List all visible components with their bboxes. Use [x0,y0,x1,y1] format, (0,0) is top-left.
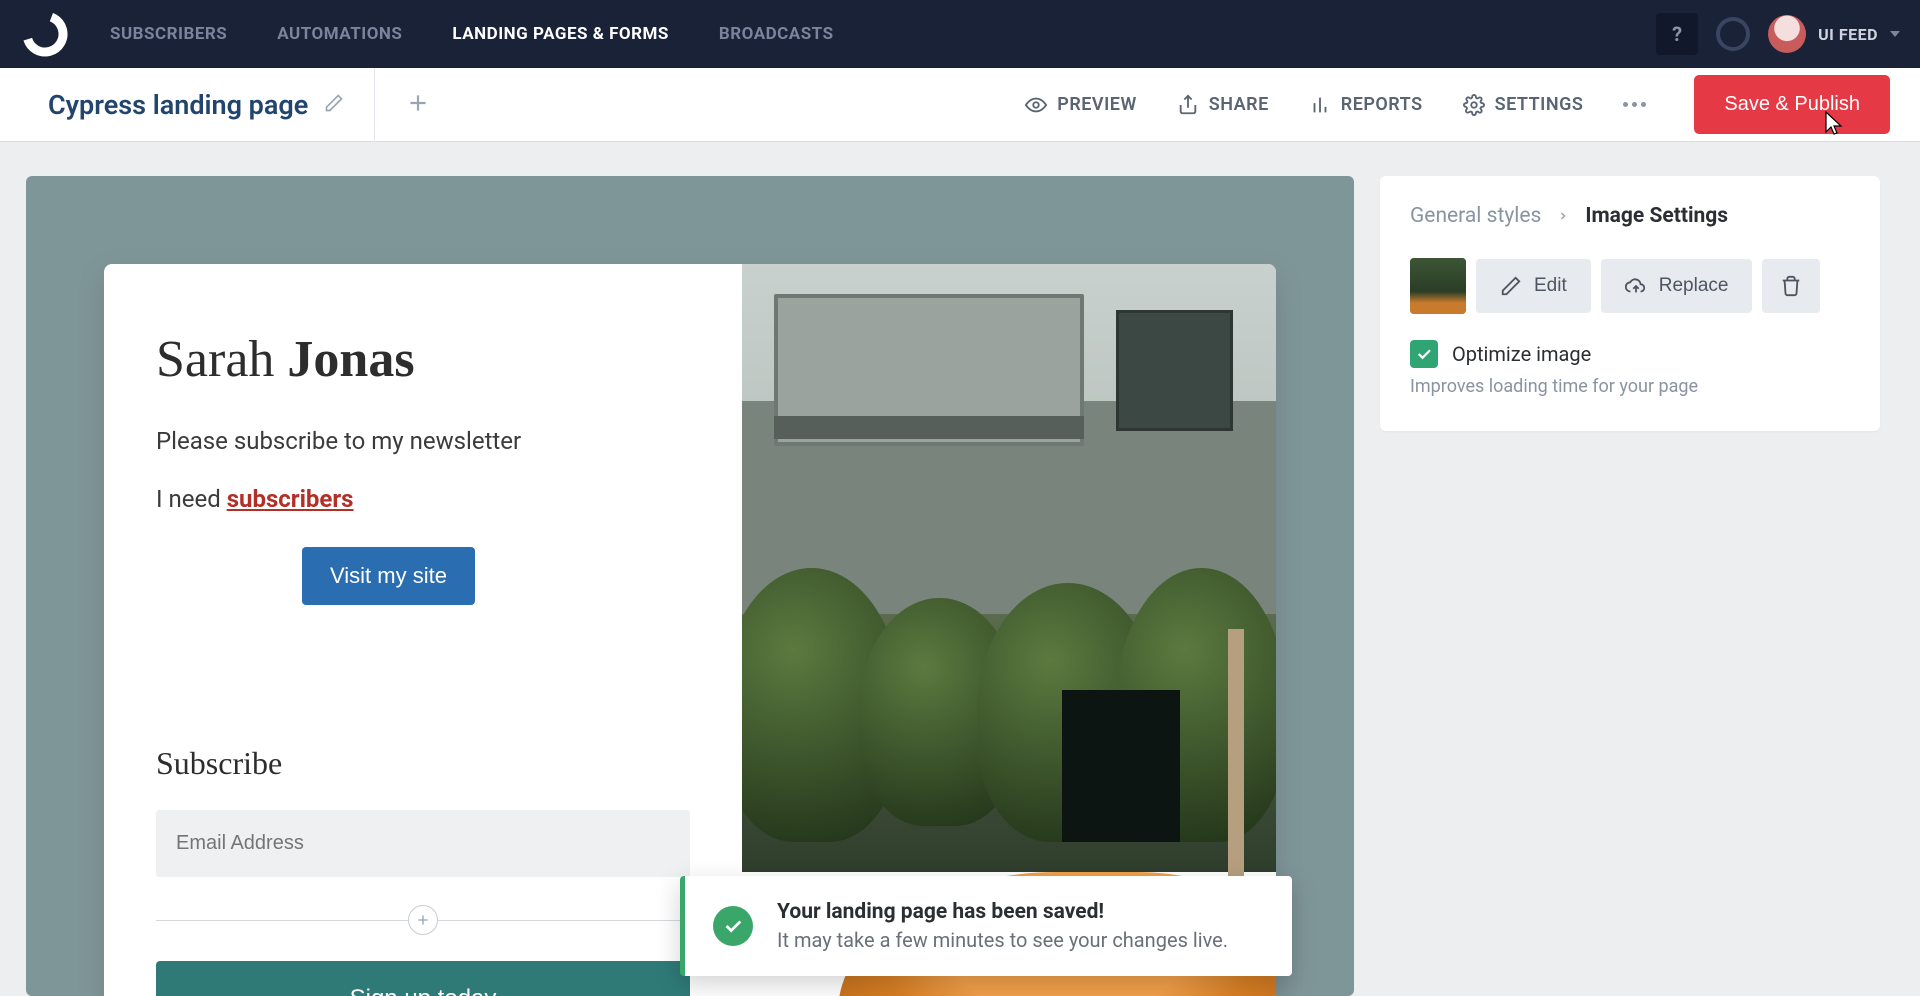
breadcrumb: General styles Image Settings [1410,204,1850,228]
divider [438,920,690,921]
toolbar-actions: PREVIEW SHARE REPORTS SETTINGS Save & Pu… [1025,75,1890,134]
nav-items: SUBSCRIBERS AUTOMATIONS LANDING PAGES & … [110,24,834,44]
breadcrumb-current: Image Settings [1585,204,1728,228]
save-success-toast: Your landing page has been saved! It may… [680,876,1292,976]
editor-canvas[interactable]: Sarah Jonas Please subscribe to my newsl… [26,176,1354,996]
main: Sarah Jonas Please subscribe to my newsl… [0,142,1920,996]
edit-label: Edit [1534,275,1567,297]
nav-subscribers[interactable]: SUBSCRIBERS [110,24,227,44]
replace-image-button[interactable]: Replace [1601,259,1753,313]
chevron-right-icon [1557,204,1569,228]
breadcrumb-parent[interactable]: General styles [1410,204,1541,228]
right-sidebar: General styles Image Settings Edit Repla… [1380,142,1920,996]
reports-label: REPORTS [1341,94,1423,115]
editor-canvas-wrap: Sarah Jonas Please subscribe to my newsl… [0,142,1380,996]
image-actions-row: Edit Replace [1410,258,1850,314]
toast-title: Your landing page has been saved! [777,900,1228,924]
add-field-button[interactable] [408,905,438,935]
bar-chart-icon [1309,94,1331,116]
landing-left-column: Sarah Jonas Please subscribe to my newsl… [104,264,742,996]
nav-automations[interactable]: AUTOMATIONS [277,24,402,44]
nav-broadcasts[interactable]: BROADCASTS [719,24,834,44]
heading-last: Jonas [287,331,414,388]
image-settings-panel: General styles Image Settings Edit Repla… [1380,176,1880,431]
signup-button[interactable]: Sign up today [156,961,690,996]
check-circle-icon [713,906,753,946]
replace-label: Replace [1659,275,1729,297]
optimize-checkbox[interactable] [1410,340,1438,368]
image-thumbnail[interactable] [1410,258,1466,314]
landing-heading[interactable]: Sarah Jonas [156,330,690,389]
need-keyword: subscribers [227,485,354,513]
toast-subtitle: It may take a few minutes to see your ch… [777,928,1228,952]
share-button[interactable]: SHARE [1177,94,1269,116]
plus-icon [415,912,431,928]
divider [156,920,408,921]
delete-image-button[interactable] [1762,259,1820,313]
divider [374,68,375,142]
toast-text: Your landing page has been saved! It may… [777,900,1228,952]
landing-need-line[interactable]: I need subscribers [156,485,690,513]
avatar [1768,15,1806,53]
save-publish-button[interactable]: Save & Publish [1694,75,1890,134]
user-menu[interactable]: UI FEED [1768,15,1900,53]
trash-icon [1780,275,1802,297]
status-circle-icon[interactable] [1716,17,1750,51]
pencil-icon [1500,275,1522,297]
share-icon [1177,94,1199,116]
subscribe-heading[interactable]: Subscribe [156,745,690,782]
more-menu-button[interactable] [1623,102,1646,107]
user-label: UI FEED [1818,25,1878,44]
share-label: SHARE [1209,94,1269,115]
heading-first: Sarah [156,331,287,388]
optimize-label: Optimize image [1452,342,1591,366]
add-field-row [156,905,690,935]
optimize-help-text: Improves loading time for your page [1410,376,1850,397]
top-nav-right: ? UI FEED [1656,13,1900,55]
app-logo[interactable] [20,9,70,59]
page-title: Cypress landing page [48,89,308,121]
top-nav: SUBSCRIBERS AUTOMATIONS LANDING PAGES & … [0,0,1920,68]
need-prefix: I need [156,485,227,513]
preview-button[interactable]: PREVIEW [1025,94,1136,116]
preview-label: PREVIEW [1057,94,1136,115]
help-button[interactable]: ? [1656,13,1698,55]
gear-icon [1463,94,1485,116]
landing-subtitle[interactable]: Please subscribe to my newsletter [156,427,690,455]
edit-title-icon[interactable] [324,93,344,117]
check-icon [1415,345,1433,363]
edit-image-button[interactable]: Edit [1476,259,1591,313]
page-toolbar: Cypress landing page PREVIEW SHARE REPOR… [0,68,1920,142]
nav-landing-pages-forms[interactable]: LANDING PAGES & FORMS [452,24,669,44]
optimize-image-row[interactable]: Optimize image [1410,340,1850,368]
visit-site-button[interactable]: Visit my site [302,547,475,605]
eye-icon [1025,94,1047,116]
cloud-upload-icon [1625,275,1647,297]
email-input[interactable] [156,810,690,877]
reports-button[interactable]: REPORTS [1309,94,1423,116]
caret-down-icon [1890,31,1900,37]
settings-label: SETTINGS [1495,94,1584,115]
add-page-button[interactable] [405,90,431,120]
settings-button[interactable]: SETTINGS [1463,94,1584,116]
